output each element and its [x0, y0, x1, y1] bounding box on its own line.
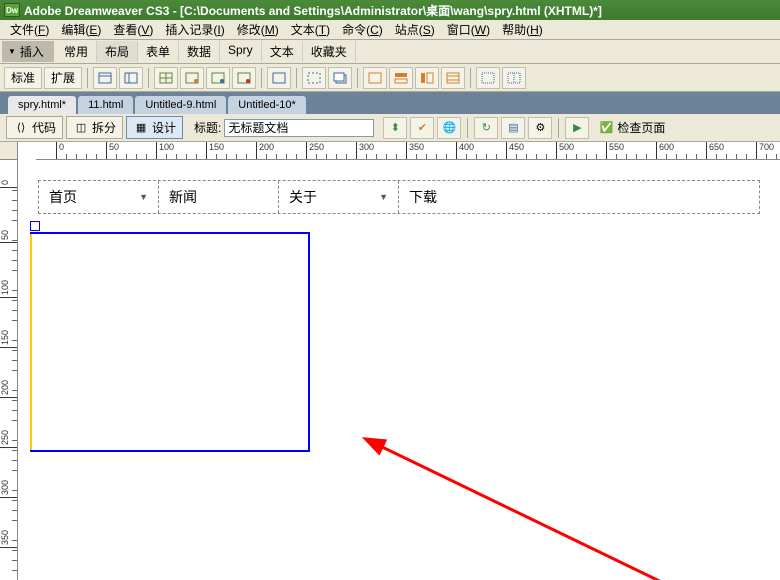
spry-menu-item[interactable]: 下载 [399, 181, 529, 213]
code-view-button[interactable]: ⟨⟩ 代码 [6, 116, 63, 139]
table-icon-1[interactable] [154, 67, 178, 89]
vertical-ruler: 050100150200250300350400 [0, 160, 18, 580]
options-icon[interactable]: ⚙ [528, 117, 552, 139]
browser-check-icon[interactable]: ✔ [410, 117, 434, 139]
ruler-corner [0, 142, 18, 160]
menu-编辑[interactable]: 编辑(E) [55, 19, 107, 40]
insert-tab-收藏夹[interactable]: 收藏夹 [303, 41, 356, 62]
menu-插入记录[interactable]: 插入记录(I) [159, 19, 230, 40]
menu-修改[interactable]: 修改(M) [231, 19, 285, 40]
insert-category-label: 插入 [20, 43, 44, 60]
table-icon-4[interactable] [232, 67, 256, 89]
menu-窗口[interactable]: 窗口(W) [441, 19, 496, 40]
document-toolbar: ⟨⟩ 代码 ◫ 拆分 ▦ 设计 标题: ⬍ ✔ 🌐 ↻ ▤ ⚙ ▶ ✅ 检查页面 [0, 114, 780, 142]
separator [87, 68, 88, 88]
frame-icon-1[interactable] [476, 67, 500, 89]
spry-icon-1[interactable] [363, 67, 387, 89]
check-page-button[interactable]: ✅ 检查页面 [592, 117, 671, 138]
selected-element-outline[interactable] [30, 232, 310, 452]
document-tab[interactable]: 11.html [78, 96, 133, 114]
code-icon: ⟨⟩ [13, 120, 29, 136]
work-area: 050100150200250300350400 首页▼新闻关于▼下载 [0, 160, 780, 580]
separator [558, 118, 559, 138]
insert-bar: ▼ 插入 常用布局表单数据Spry文本收藏夹 [0, 40, 780, 64]
layer-icon-2[interactable] [328, 67, 352, 89]
window-title: Adobe Dreamweaver CS3 - [C:\Documents an… [24, 2, 602, 19]
table-icon-2[interactable] [180, 67, 204, 89]
separator [470, 68, 471, 88]
div-icon[interactable] [267, 67, 291, 89]
menu-命令[interactable]: 命令(C) [336, 19, 389, 40]
insert-tab-常用[interactable]: 常用 [56, 41, 97, 62]
check-page-icon: ✅ [598, 120, 614, 136]
menu-查看[interactable]: 查看(V) [107, 19, 159, 40]
app-logo: Dw [4, 3, 20, 17]
visual-aids-icon[interactable]: ▶ [565, 117, 589, 139]
horizontal-ruler: 0501001502002503003504004505005506006507… [36, 142, 780, 160]
separator [467, 118, 468, 138]
document-tab[interactable]: spry.html* [8, 96, 76, 114]
spry-icon-2[interactable] [389, 67, 413, 89]
file-mgmt-icon[interactable]: ▤ [501, 117, 525, 139]
selection-handle[interactable] [30, 221, 40, 231]
spry-menu-item[interactable]: 首页▼ [39, 181, 159, 213]
design-view-button[interactable]: ▦ 设计 [126, 116, 183, 139]
menu-文本[interactable]: 文本(T) [285, 19, 336, 40]
globe-icon[interactable]: 🌐 [437, 117, 461, 139]
separator [357, 68, 358, 88]
split-view-button[interactable]: ◫ 拆分 [66, 116, 123, 139]
design-canvas[interactable]: 首页▼新闻关于▼下载 [18, 160, 780, 580]
spry-icon-3[interactable] [415, 67, 439, 89]
insert-tab-布局[interactable]: 布局 [97, 41, 138, 62]
insert-category-dropdown[interactable]: ▼ 插入 [2, 41, 54, 62]
document-title-input[interactable] [224, 119, 374, 137]
menu-站点[interactable]: 站点(S) [389, 19, 441, 40]
layout-icon-1[interactable] [93, 67, 117, 89]
triangle-down-icon: ▼ [8, 47, 16, 56]
menu-文件[interactable]: 文件(F) [4, 19, 55, 40]
layer-icon-1[interactable] [302, 67, 326, 89]
title-label: 标题: [194, 119, 221, 136]
validate-icon[interactable]: ⬍ [383, 117, 407, 139]
refresh-icon[interactable]: ↻ [474, 117, 498, 139]
insert-tab-文本[interactable]: 文本 [262, 41, 303, 62]
extended-mode-button[interactable]: 扩展 [44, 67, 82, 89]
document-tab[interactable]: Untitled-9.html [135, 96, 226, 114]
spry-menu-bar[interactable]: 首页▼新闻关于▼下载 [38, 180, 760, 214]
menu-bar: 文件(F)编辑(E)查看(V)插入记录(I)修改(M)文本(T)命令(C)站点(… [0, 20, 780, 40]
menu-帮助[interactable]: 帮助(H) [496, 19, 549, 40]
separator [296, 68, 297, 88]
insert-tab-Spry[interactable]: Spry [220, 41, 262, 62]
spry-menu-item[interactable]: 关于▼ [279, 181, 399, 213]
document-tab[interactable]: Untitled-10* [228, 96, 305, 114]
separator [261, 68, 262, 88]
layout-toolbar: 标准 扩展 [0, 64, 780, 92]
insert-tab-数据[interactable]: 数据 [179, 41, 220, 62]
table-icon-3[interactable] [206, 67, 230, 89]
design-icon: ▦ [133, 120, 149, 136]
separator [148, 68, 149, 88]
standard-mode-button[interactable]: 标准 [4, 67, 42, 89]
spry-menu-item[interactable]: 新闻 [159, 181, 279, 213]
layout-icon-2[interactable] [119, 67, 143, 89]
frame-icon-2[interactable] [502, 67, 526, 89]
document-tab-strip: spry.html*11.htmlUntitled-9.htmlUntitled… [0, 92, 780, 114]
spry-icon-4[interactable] [441, 67, 465, 89]
insert-tab-表单[interactable]: 表单 [138, 41, 179, 62]
split-icon: ◫ [73, 120, 89, 136]
title-bar: Dw Adobe Dreamweaver CS3 - [C:\Documents… [0, 0, 780, 20]
